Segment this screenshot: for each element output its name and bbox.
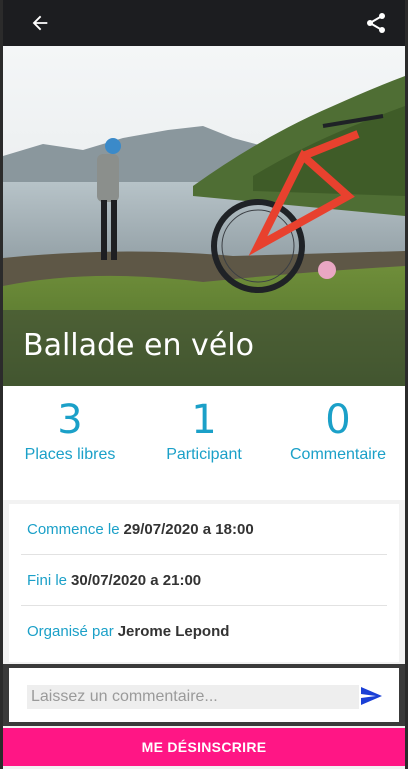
stat-label: Places libres bbox=[24, 446, 116, 463]
start-label: Commence le bbox=[27, 520, 120, 538]
event-title: Ballade en vélo bbox=[23, 328, 254, 363]
organizer-value: Jerome Lepond bbox=[117, 622, 230, 640]
start-value: 29/07/2020 a 18:00 bbox=[123, 520, 254, 538]
stat-value: 1 bbox=[191, 397, 217, 443]
top-app-bar bbox=[3, 0, 405, 46]
comment-box bbox=[9, 668, 399, 722]
event-detail-screen: Ballade en vélo 3 Places libres 1 Partic… bbox=[3, 0, 405, 769]
event-hero-image: Ballade en vélo bbox=[3, 46, 405, 386]
stat-commentaire[interactable]: 0 Commentaire bbox=[271, 386, 405, 500]
unsubscribe-button[interactable]: ME DÉSINSCRIRE bbox=[3, 728, 405, 766]
arrow-left-icon bbox=[32, 15, 48, 31]
stat-value: 3 bbox=[57, 397, 83, 443]
end-row: Fini le 30/07/2020 a 21:00 bbox=[21, 555, 387, 606]
share-icon bbox=[367, 13, 385, 33]
organizer-row: Organisé par Jerome Lepond bbox=[21, 606, 387, 656]
end-label: Fini le bbox=[27, 571, 68, 589]
organizer-label: Organisé par bbox=[27, 622, 114, 640]
back-button[interactable] bbox=[25, 8, 55, 38]
stat-label: Participant bbox=[166, 446, 242, 463]
send-icon bbox=[361, 687, 382, 705]
stat-value: 0 bbox=[325, 397, 351, 443]
stat-participant[interactable]: 1 Participant bbox=[137, 386, 271, 500]
share-button[interactable] bbox=[361, 8, 391, 38]
event-details-card: Commence le 29/07/2020 a 18:00 Fini le 3… bbox=[9, 504, 399, 662]
start-row: Commence le 29/07/2020 a 18:00 bbox=[21, 504, 387, 555]
comment-bar bbox=[3, 664, 405, 726]
comment-input[interactable] bbox=[27, 685, 359, 709]
send-button[interactable] bbox=[357, 682, 385, 710]
stat-label: Commentaire bbox=[289, 446, 387, 463]
event-stats: 3 Places libres 1 Participant 0 Commenta… bbox=[3, 386, 405, 500]
title-overlay: Ballade en vélo bbox=[3, 310, 405, 386]
end-value: 30/07/2020 a 21:00 bbox=[71, 571, 202, 589]
stat-places-libres[interactable]: 3 Places libres bbox=[3, 386, 137, 500]
